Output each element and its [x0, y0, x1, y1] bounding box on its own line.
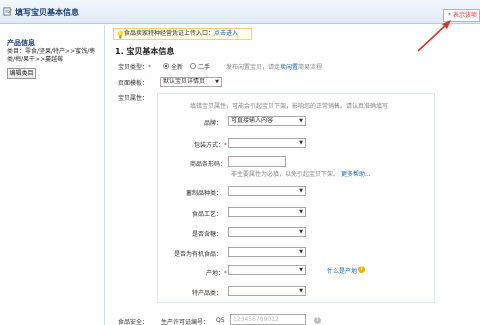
- more-help-link[interactable]: 更多帮助...: [341, 171, 371, 178]
- attributes-hint: 填错宝贝属性，可能会引起宝贝下架，影响您的正常销售。请认真准确填写: [190, 103, 389, 110]
- template-label: 页面模板：: [118, 80, 149, 87]
- type-new-radio[interactable]: [163, 63, 169, 69]
- lightbulb-icon: 💡: [116, 31, 125, 39]
- dropdown-arrow-icon: ▼: [299, 209, 303, 215]
- packing-label: 包装方式：*: [194, 140, 227, 149]
- category-path: 类目：零食/坚果/特产>>蜜饯/枣类/梅/果干>>蔓越莓: [7, 48, 96, 63]
- type-hint-post: 简易流程: [298, 64, 323, 71]
- preserve-label: 蓄制品种类：: [185, 190, 222, 197]
- page-title: 填写宝贝基本信息: [15, 8, 79, 17]
- dropdown-arrow-icon: ▼: [299, 188, 303, 194]
- barcode-label: 商品条形码：: [189, 161, 226, 168]
- origin-label-text: 产地：: [205, 270, 224, 277]
- barcode-input[interactable]: [228, 156, 286, 167]
- annotation-arrow-icon: [417, 20, 451, 52]
- dropdown-arrow-icon: ▼: [299, 288, 303, 294]
- packing-label-text: 包装方式：: [193, 142, 224, 149]
- dropdown-arrow-icon: ▼: [299, 249, 303, 255]
- required-star: *: [224, 142, 227, 149]
- sidebar-title: 产品信息: [7, 39, 35, 47]
- dropdown-arrow-icon: ▼: [215, 79, 219, 85]
- food-safety-label: 食品安全：: [118, 319, 149, 325]
- edit-form-icon: [3, 7, 12, 16]
- packing-select[interactable]: ▼: [228, 138, 306, 148]
- dropdown-arrow-icon: ▼: [299, 267, 303, 273]
- what-is-origin-link[interactable]: 什么是产地: [327, 266, 357, 275]
- type-used-radio[interactable]: [190, 63, 196, 69]
- help-icon[interactable]: ?: [358, 266, 365, 273]
- brand-placeholder: 可直接输入内容: [231, 117, 274, 124]
- type-hint: 发布闲置宝贝，请走卖闲置简易流程: [226, 62, 322, 71]
- type-new-label: 全新: [171, 64, 184, 71]
- notice-link[interactable]: 点击进入: [214, 30, 238, 37]
- sugar-select[interactable]: ▼: [228, 227, 306, 237]
- type-used-label: 二手: [198, 64, 211, 71]
- sidebar: 产品信息 类目：零食/坚果/特产>>蜜饯/枣类/梅/果干>>蔓越莓 编辑类目: [0, 25, 105, 325]
- license-placeholder: 123456789012: [233, 316, 279, 323]
- attr-label: 宝贝属性：: [118, 95, 149, 102]
- sugar-label: 是否含糖：: [191, 231, 222, 238]
- edit-category-button[interactable]: 编辑类目: [7, 68, 36, 79]
- required-star: *: [148, 64, 152, 71]
- origin-label: 产地：*: [206, 268, 227, 277]
- template-value: 默认宝贝详情页: [163, 78, 206, 85]
- sell-idle-link[interactable]: 卖闲置: [280, 64, 298, 71]
- notice-bar: 💡 食品卖家特种经营凭证上传入口：点击进入: [113, 28, 252, 40]
- dropdown-arrow-icon: ▼: [299, 140, 303, 146]
- brand-select[interactable]: 可直接输入内容 ▼: [228, 116, 306, 126]
- template-select[interactable]: 默认宝贝详情页 ▼: [160, 77, 222, 87]
- license-label: 生产许可证编号：: [161, 319, 210, 325]
- barcode-hint-text: 非主要属性为必填，以免引起宝贝下架。: [231, 171, 340, 178]
- type-label: 宝贝类型：*: [118, 62, 151, 71]
- barcode-hint: 非主要属性为必填，以免引起宝贝下架。 更多帮助...: [231, 169, 371, 178]
- type-label-text: 宝贝类型：: [118, 64, 149, 71]
- preserve-select[interactable]: ▼: [228, 186, 306, 196]
- craft-label: 食品工艺：: [191, 211, 222, 218]
- page-header: 填写宝贝基本信息 * 表示该项: [0, 0, 480, 24]
- organic-select[interactable]: ▼: [228, 247, 306, 257]
- license-input[interactable]: 123456789012: [230, 314, 306, 325]
- dropdown-arrow-icon: ▼: [299, 229, 303, 235]
- dropdown-arrow-icon: ▼: [299, 118, 303, 124]
- origin-select[interactable]: ▼: [228, 265, 306, 275]
- brand-label: 品牌：: [203, 120, 222, 127]
- craft-select[interactable]: ▼: [228, 207, 306, 217]
- notice-text: 食品卖家特种经营凭证上传入口：: [124, 30, 215, 37]
- license-prefix: QS: [216, 317, 225, 324]
- organic-label: 是否为有机食品：: [173, 251, 222, 258]
- question-icon[interactable]: ?: [314, 317, 321, 324]
- type-hint-pre: 发布闲置宝贝，请走: [226, 64, 281, 71]
- specialty-select[interactable]: ▼: [228, 286, 306, 296]
- specialty-label: 特产品类：: [191, 290, 222, 297]
- required-star: *: [224, 270, 227, 277]
- section-title: 1. 宝贝基本信息: [115, 47, 175, 56]
